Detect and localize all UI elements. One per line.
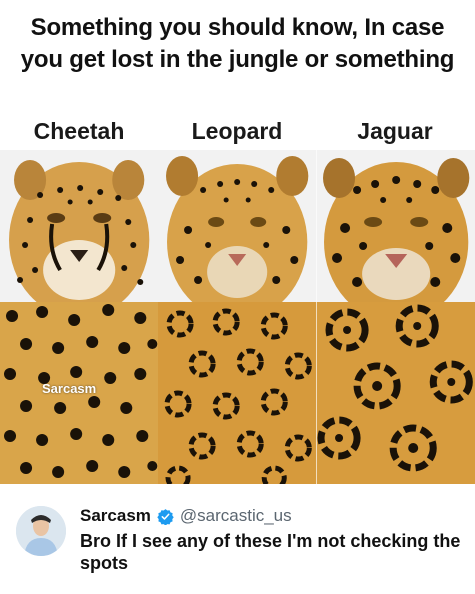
verified-badge-icon [157, 508, 174, 525]
label-leopard: Leopard [191, 118, 283, 144]
tweet-author-line: Sarcasm @sarcastic_us [80, 506, 292, 526]
tweet-text: Bro If I see any of these I'm not checki… [80, 531, 461, 573]
face-photos-row [0, 150, 475, 302]
label-jaguar: Jaguar [357, 118, 433, 144]
label-cheetah: Cheetah [33, 118, 125, 144]
leopard-face-image [158, 150, 317, 302]
jaguar-coat-image [316, 302, 475, 484]
column-labels: Cheetah Leopard Jaguar [0, 118, 475, 148]
leopard-coat-image [158, 302, 317, 484]
author-name[interactable]: Sarcasm [80, 506, 151, 526]
jaguar-face-image [316, 150, 475, 302]
avatar[interactable] [16, 506, 66, 556]
meme-headline: Something you should know, In case you g… [0, 12, 475, 76]
tweet-card: Sarcasm @sarcastic_us Bro If I see any o… [0, 484, 475, 594]
sarcasm-watermark: Sarcasm [42, 381, 97, 396]
author-handle[interactable]: @sarcastic_us [180, 506, 292, 526]
headline-line-1: Something you should know, In case [30, 14, 445, 41]
headline-line-2: you get lost in the jungle or something [20, 46, 455, 73]
cheetah-face-image [0, 150, 159, 302]
